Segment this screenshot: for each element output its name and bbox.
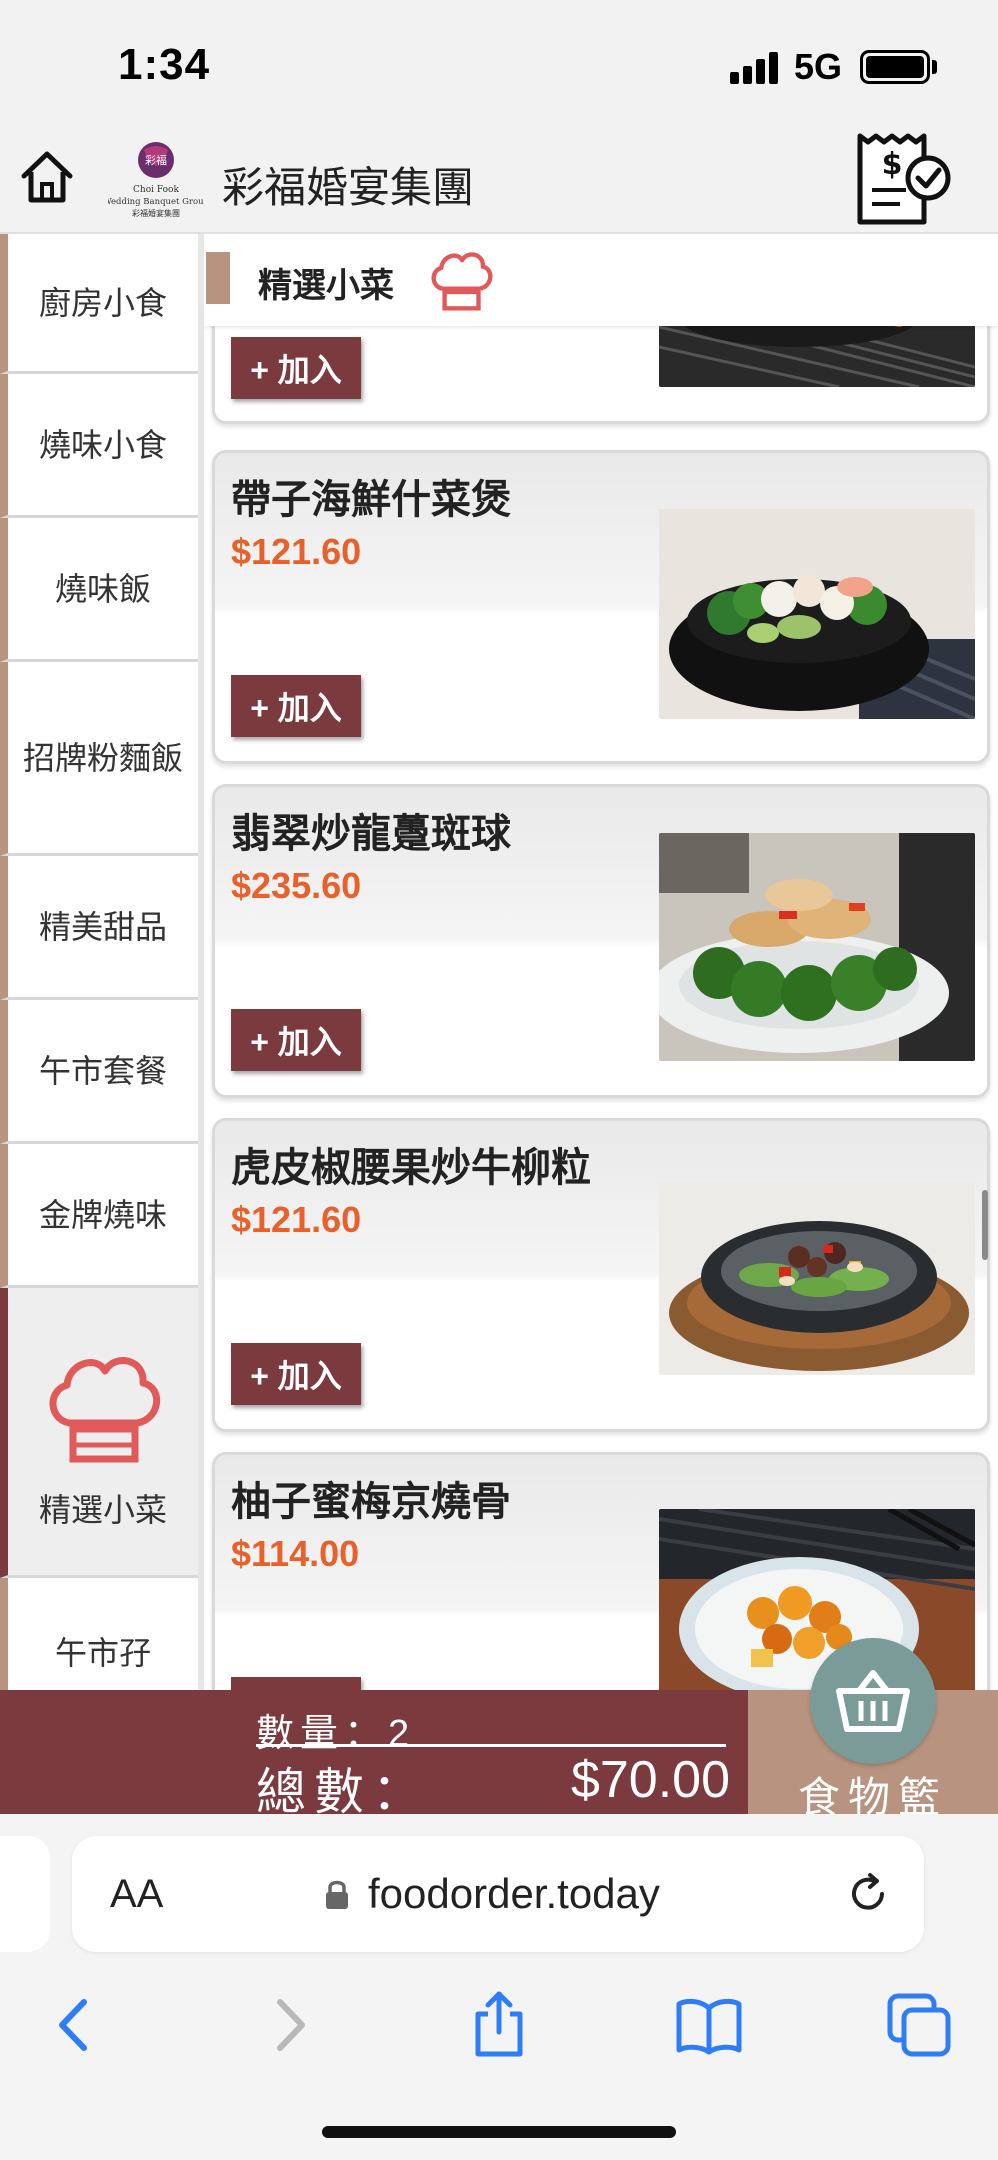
browser-toolbar: AA foodorder.today: [0, 1814, 998, 2160]
home-indicator: [322, 2126, 676, 2138]
text-size-button[interactable]: AA: [110, 1872, 163, 1917]
reload-icon[interactable]: [844, 1870, 892, 1918]
browser-nav-row: [0, 1990, 998, 2074]
food-order-page: 1:34 5G 彩福 Choi Fook Wedding Banquet Gro…: [0, 0, 998, 2160]
sidebar-item-kitchen-snacks[interactable]: 廚房小食: [0, 234, 198, 374]
dish-name: 柚子蜜梅京燒骨: [231, 1480, 511, 1524]
sidebar-item-roast-snacks[interactable]: 燒味小食: [0, 374, 198, 518]
cart-divider: [256, 1744, 726, 1747]
brand-logo[interactable]: 彩福 Choi Fook Wedding Banquet Group 彩福婚宴集…: [108, 140, 204, 224]
network-label: 5G: [794, 46, 843, 87]
menu-card[interactable]: 帶子海鮮什菜煲 $121.60 + 加入: [212, 450, 990, 764]
sidebar-item-desserts[interactable]: 精美甜品: [0, 856, 198, 1000]
status-bar: 1:34 5G: [0, 0, 998, 130]
sidebar-item-lunch-sets[interactable]: 午市套餐: [0, 1000, 198, 1144]
previous-tab-peek[interactable]: [0, 1836, 50, 1952]
url-text[interactable]: foodorder.today: [368, 1870, 660, 1918]
sidebar-item-roast-rice[interactable]: 燒味飯: [0, 518, 198, 662]
chef-hat-icon: [431, 252, 493, 311]
sidebar-item-signature-noodles[interactable]: 招牌粉麵飯: [0, 662, 198, 856]
sidebar-item-selected-dishes[interactable]: 精選小菜: [0, 1288, 198, 1578]
dish-image: [659, 1509, 975, 1690]
svg-text:Choi Fook: Choi Fook: [133, 185, 179, 195]
dish-image: [659, 509, 975, 719]
tabs-icon[interactable]: [884, 1990, 954, 2060]
add-button[interactable]: + 加入: [231, 1677, 361, 1690]
bookmarks-icon[interactable]: [674, 1990, 744, 2060]
svg-text:彩福婚宴集團: 彩福婚宴集團: [132, 208, 180, 218]
menu-card[interactable]: 翡翠炒龍躉斑球 $235.60 + 加入: [212, 784, 990, 1098]
address-bar[interactable]: AA foodorder.today: [72, 1836, 924, 1952]
dish-name: 帶子海鮮什菜煲: [231, 478, 511, 522]
signal-icon: [730, 50, 782, 84]
quantity-line: 數量：2: [256, 1702, 415, 1757]
sidebar-item-gold-roast[interactable]: 金牌燒味: [0, 1144, 198, 1288]
app-header: 彩福 Choi Fook Wedding Banquet Group 彩福婚宴集…: [0, 130, 998, 234]
dish-price: $121.60: [231, 531, 362, 572]
brand-name: 彩福婚宴集團: [222, 164, 475, 211]
dish-name: 翡翠炒龍躉斑球: [231, 812, 511, 856]
back-icon[interactable]: [40, 1990, 110, 2060]
share-icon[interactable]: [464, 1990, 534, 2060]
add-button[interactable]: + 加入: [231, 337, 361, 399]
food-basket-button[interactable]: 食物籃: [748, 1638, 998, 1821]
cart-summary-bar[interactable]: 數量：2 總數： $70.00 食物籃: [0, 1638, 998, 1821]
section-header: 精選小菜: [204, 234, 998, 326]
battery-icon: [860, 50, 930, 84]
add-button[interactable]: + 加入: [231, 1009, 361, 1071]
chef-hat-icon: [49, 1357, 161, 1463]
add-button[interactable]: + 加入: [231, 675, 361, 737]
lock-icon: [326, 1880, 348, 1909]
dish-price: $235.60: [231, 865, 362, 906]
category-sidebar: 廚房小食 燒味小食 燒味飯 招牌粉麵飯 精美甜品 午市套餐 金牌燒味 精選小菜 …: [0, 234, 198, 1690]
quantity-label: 數量：: [256, 1713, 389, 1755]
basket-icon: [836, 1670, 910, 1732]
svg-text:Wedding Banquet Group: Wedding Banquet Group: [108, 197, 204, 207]
menu-card[interactable]: 虎皮椒腰果炒牛柳粒 $121.60 + 加入: [212, 1118, 990, 1432]
dish-price: $121.60: [231, 1199, 362, 1240]
status-time: 1:34: [118, 40, 211, 89]
dish-image: [659, 1183, 975, 1375]
quantity-value: 2: [388, 1713, 416, 1755]
scrollbar[interactable]: [982, 1190, 988, 1260]
battery-cap: [932, 60, 937, 74]
menu-list[interactable]: 精選小菜 + 加入 帶子海鮮什菜煲 $121.60 + 加入 翡翠炒龍躉斑球 $…: [204, 234, 998, 1690]
svg-text:彩福: 彩福: [145, 153, 167, 167]
forward-icon[interactable]: [254, 1990, 324, 2060]
dish-name: 虎皮椒腰果炒牛柳粒: [231, 1146, 591, 1190]
sidebar-item-lunch-twins[interactable]: 午市孖: [0, 1578, 198, 1690]
home-icon[interactable]: [18, 148, 76, 206]
section-title: 精選小菜: [258, 267, 394, 305]
total-value: $70.00: [570, 1751, 730, 1809]
basket-icon-wrap[interactable]: [810, 1638, 936, 1764]
section-accent-bar: [206, 252, 230, 304]
dish-image: [659, 833, 975, 1061]
add-button[interactable]: + 加入: [231, 1343, 361, 1405]
dish-price: $114.00: [231, 1533, 360, 1574]
svg-text:$: $: [882, 147, 903, 182]
order-receipt-icon[interactable]: $: [852, 130, 960, 230]
